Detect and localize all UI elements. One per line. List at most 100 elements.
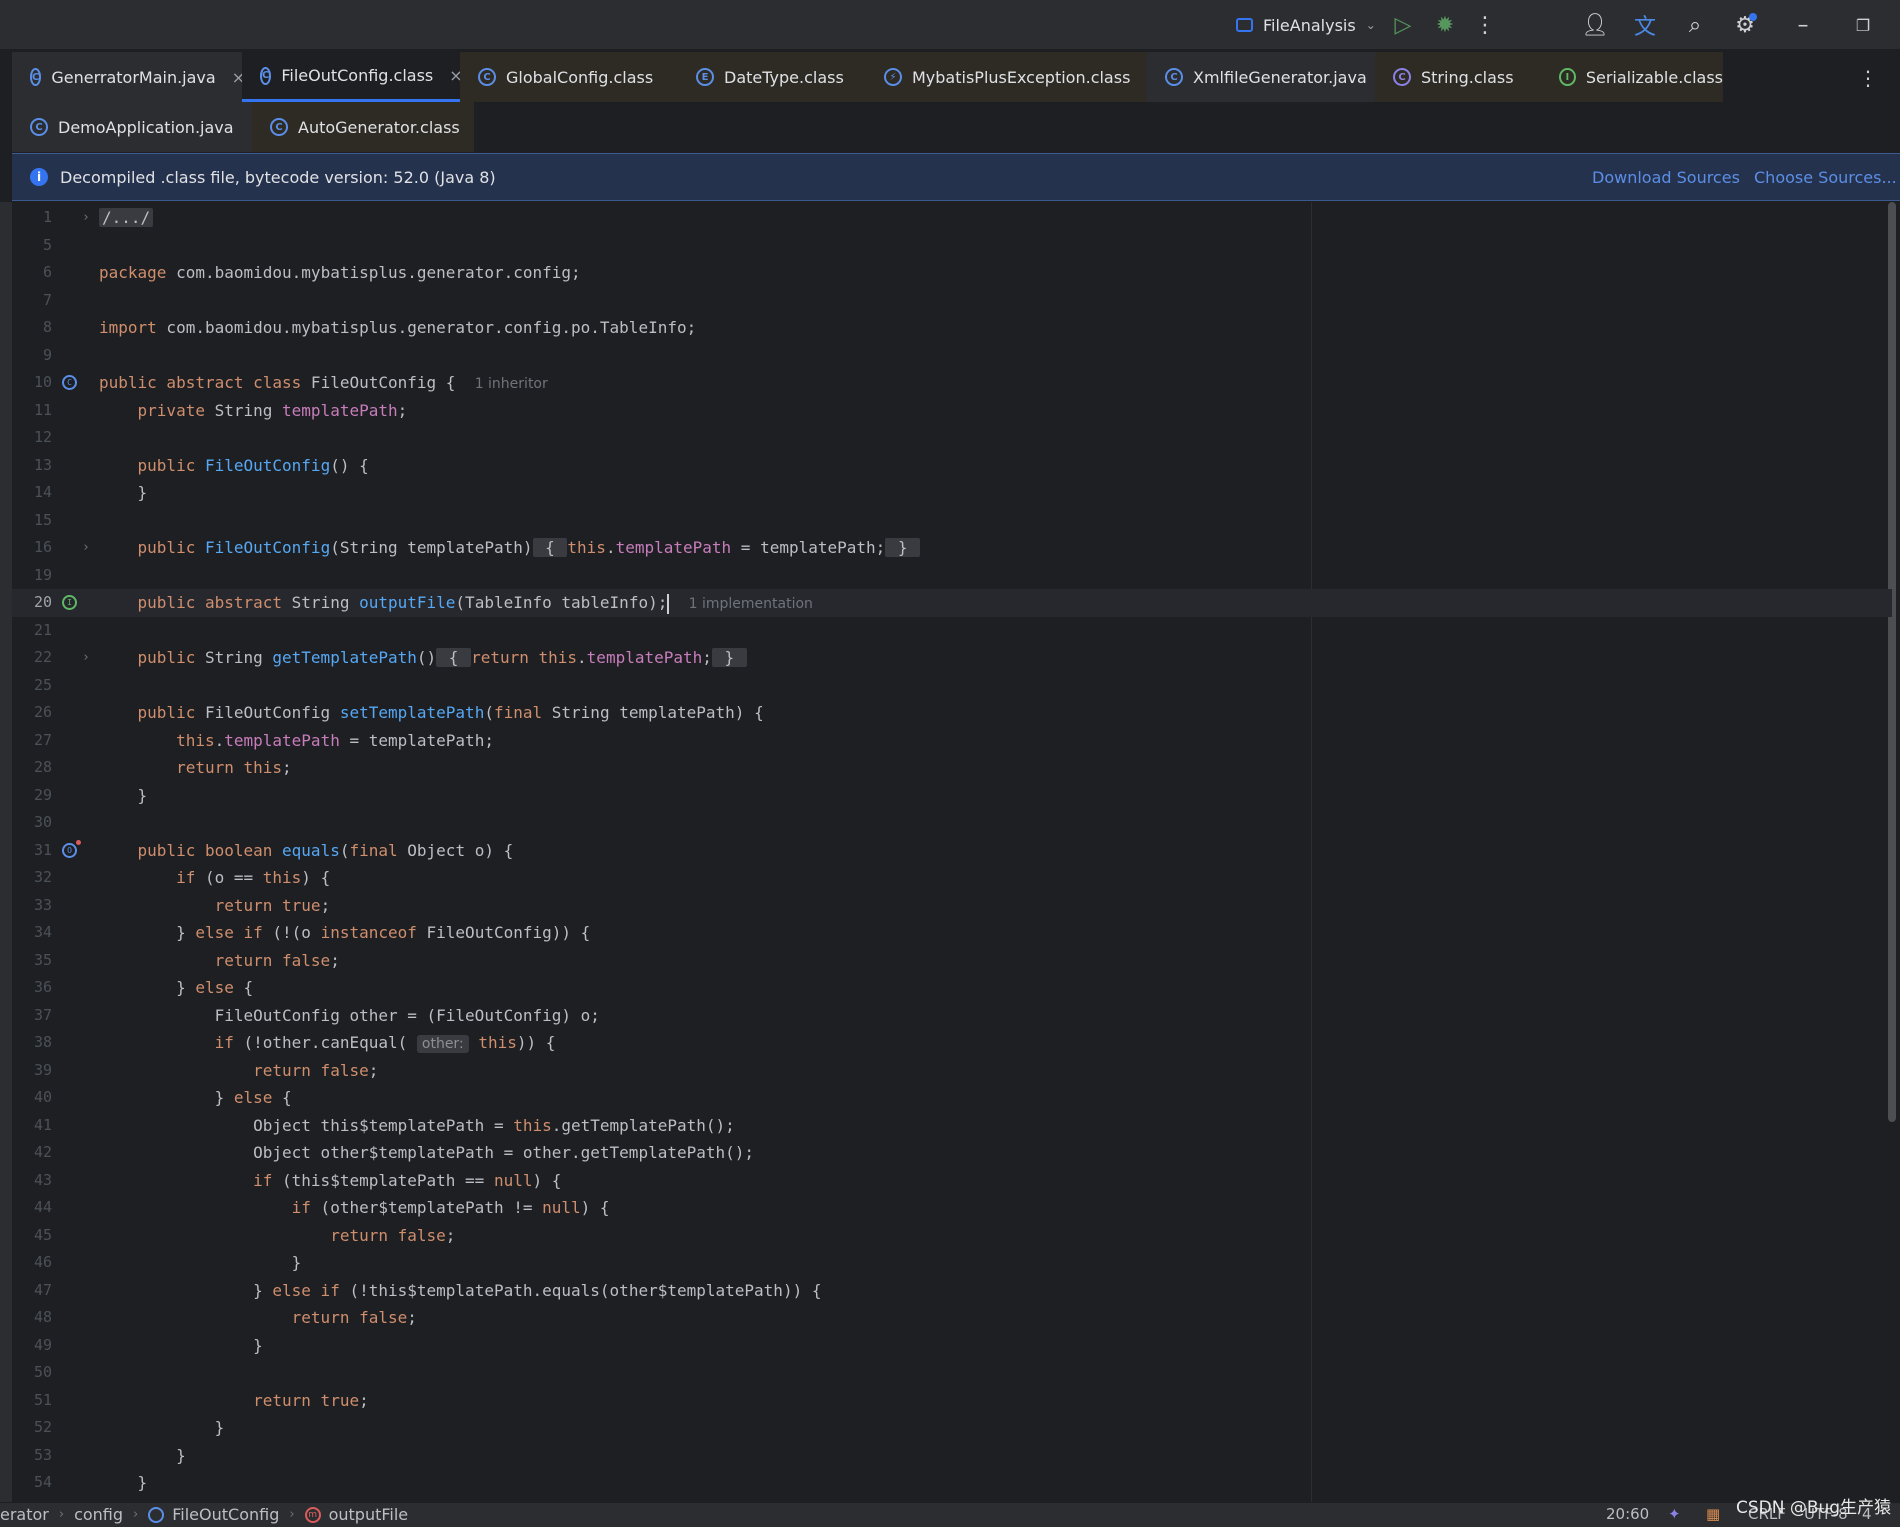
tab-string[interactable]: C String.class <box>1375 52 1541 102</box>
code-line: 46 } <box>33 1253 302 1272</box>
download-sources-link[interactable]: Download Sources <box>1592 168 1740 187</box>
fold-icon[interactable]: › <box>82 534 90 562</box>
code-line: 8 import com.baomidou.mybatisplus.generat… <box>42 318 697 337</box>
watermark: CSDN @Bug生产猿 <box>1736 1498 1892 1518</box>
code-line: 42 Object other$templatePath = other.get… <box>33 1143 755 1162</box>
code-line: 13 public FileOutConfig() { <box>33 455 369 475</box>
code-line: 26 public FileOutConfig setTemplatePath(… <box>33 703 764 722</box>
code-line: 53 } <box>33 1445 186 1465</box>
code-line: 19 <box>33 565 52 584</box>
code-line: 36 } else { <box>33 978 254 997</box>
override-gutter-icon[interactable]: O <box>62 839 81 858</box>
choose-sources-link[interactable]: Choose Sources... <box>1754 168 1897 187</box>
class-icon: C <box>1165 68 1183 86</box>
left-tool-strip <box>0 202 12 1502</box>
minimize-icon[interactable]: – <box>1788 10 1818 40</box>
code-line: 51 return true; <box>33 1390 369 1410</box>
tab-generratormain[interactable]: C GenerratorMain.java × <box>12 52 245 102</box>
enum-icon: E <box>696 68 714 86</box>
text-caret <box>667 593 670 614</box>
breadcrumb-item[interactable]: config <box>74 1505 123 1524</box>
code-line: 12 <box>33 428 52 446</box>
tab-datetype[interactable]: E DateType.class <box>678 52 866 102</box>
caret-position[interactable]: 20:60 <box>1606 1505 1649 1523</box>
code-line: 5 <box>42 235 52 254</box>
inheritor-gutter-icon[interactable]: C <box>62 375 77 390</box>
run-configuration-selector[interactable]: FileAnalysis ⌄ <box>1236 12 1376 38</box>
tab-label: DateType.class <box>724 67 844 87</box>
code-line: 28 return this; <box>33 758 292 777</box>
code-line: 52 } <box>33 1418 225 1437</box>
title-bar: FileAnalysis ⌄ ▷ ✹ ⋮ 👤︎ 文 ⌕ ⚙ – ❐ <box>0 0 1900 50</box>
windows-logo-icon: ▦ <box>1706 1505 1721 1523</box>
tab-label: Serializable.class <box>1585 67 1723 87</box>
code-line: 44 if (other$templatePath != null) { <box>33 1198 610 1217</box>
code-line: 37 FileOutConfig other = (FileOutConfig)… <box>33 1005 600 1025</box>
code-editor[interactable]: 1 ›/.../ 5 6 package com.baomidou.mybatisp… <box>12 202 1900 1502</box>
class-icon: C <box>30 118 48 136</box>
run-config-label: FileAnalysis <box>1263 15 1356 35</box>
tab-globalconfig[interactable]: C GlobalConfig.class <box>460 52 678 102</box>
status-bar: erator › config › FileOutConfig › m outp… <box>0 1502 1900 1527</box>
code-line: 7 <box>42 290 52 309</box>
fold-icon[interactable]: › <box>82 644 90 672</box>
class-icon: C <box>260 66 272 85</box>
class-icon: C <box>1393 68 1411 86</box>
tab-serializable[interactable]: I Serializable.class <box>1541 52 1723 102</box>
fold-icon[interactable]: › <box>82 204 90 232</box>
tab-demoapplication[interactable]: C DemoApplication.java <box>12 102 252 152</box>
debug-icon[interactable]: ✹ <box>1430 10 1460 40</box>
breadcrumb-item[interactable]: erator <box>0 1505 49 1524</box>
notification-dot <box>1749 13 1757 21</box>
code-line: 15 <box>33 510 52 529</box>
code-line: 54 } <box>33 1473 148 1492</box>
code-line: 11 private String templatePath; <box>33 400 408 420</box>
run-icon[interactable]: ▷ <box>1388 10 1418 40</box>
tab-label: MybatisPlusException.class <box>912 67 1131 87</box>
chevron-down-icon: ⌄ <box>1365 18 1376 32</box>
tab-fileoutconfig[interactable]: C FileOutConfig.class × <box>242 52 463 102</box>
chevron-right-icon: › <box>133 1507 139 1522</box>
code-line: 1 ›/.../ <box>12 204 1892 232</box>
breadcrumb: erator › config › FileOutConfig › m outp… <box>0 1505 408 1524</box>
code-line: 27 this.templatePath = templatePath; <box>33 730 494 750</box>
code-line: 41 Object this$templatePath = this.getTe… <box>33 1115 735 1135</box>
class-icon: C <box>270 118 288 136</box>
more-icon[interactable]: ⋮ <box>1470 10 1500 40</box>
code-line: 31 O public boolean equals(final Object o… <box>33 839 514 860</box>
tabs-more-icon[interactable]: ⋮ <box>1858 66 1878 90</box>
banner-message: Decompiled .class file, bytecode version… <box>60 167 496 187</box>
breadcrumb-item[interactable]: outputFile <box>329 1505 409 1524</box>
run-config-icon <box>1236 18 1253 32</box>
interface-icon: I <box>1559 68 1576 86</box>
tab-mybatisplusexception[interactable]: ⚡ MybatisPlusException.class <box>866 52 1147 102</box>
tab-xmlfilegenerator[interactable]: C XmlfileGenerator.java <box>1147 52 1375 102</box>
chevron-right-icon: › <box>289 1507 295 1522</box>
decompiled-info-banner: i Decompiled .class file, bytecode versi… <box>12 153 1900 201</box>
code-line: 34 } else if (!(o instanceof FileOutConf… <box>33 923 591 942</box>
code-line: 10 Cpublic abstract class FileOutConfig {… <box>33 373 548 392</box>
chevron-right-icon: › <box>58 1507 65 1522</box>
tab-label: XmlfileGenerator.java <box>1193 67 1367 87</box>
search-icon[interactable]: ⌕ <box>1680 10 1710 40</box>
code-line: 47 } else if (!this$templatePath.equals(… <box>33 1280 822 1300</box>
code-line-current: 20 I public abstract String outputFile(Ta… <box>12 589 1892 617</box>
add-user-icon[interactable]: 👤︎ <box>1580 10 1610 40</box>
code-line: 35 return false; <box>33 950 340 970</box>
tab-label: FileOutConfig.class <box>281 66 434 85</box>
breadcrumb-item[interactable]: FileOutConfig <box>172 1505 279 1524</box>
code-line: 50 <box>33 1363 52 1381</box>
restore-icon[interactable]: ❐ <box>1848 10 1878 40</box>
translate-icon[interactable]: 文 <box>1630 10 1660 40</box>
editor-tabs-row-2: C DemoApplication.java C AutoGenerator.c… <box>12 102 1900 152</box>
info-icon: i <box>30 168 48 186</box>
tab-autogenerator[interactable]: C AutoGenerator.class <box>252 102 474 152</box>
ai-assistant-icon[interactable]: ✦ <box>1668 1505 1681 1523</box>
settings-icon[interactable]: ⚙ <box>1730 10 1760 40</box>
implementation-gutter-icon[interactable]: I <box>62 595 77 610</box>
code-line: 30 <box>33 813 52 831</box>
tab-label: String.class <box>1421 67 1514 87</box>
code-line: 22 › public String getTemplatePath() { re… <box>12 644 1892 672</box>
code-line: 25 <box>33 675 52 694</box>
code-line: 32 if (o == this) { <box>33 868 331 887</box>
